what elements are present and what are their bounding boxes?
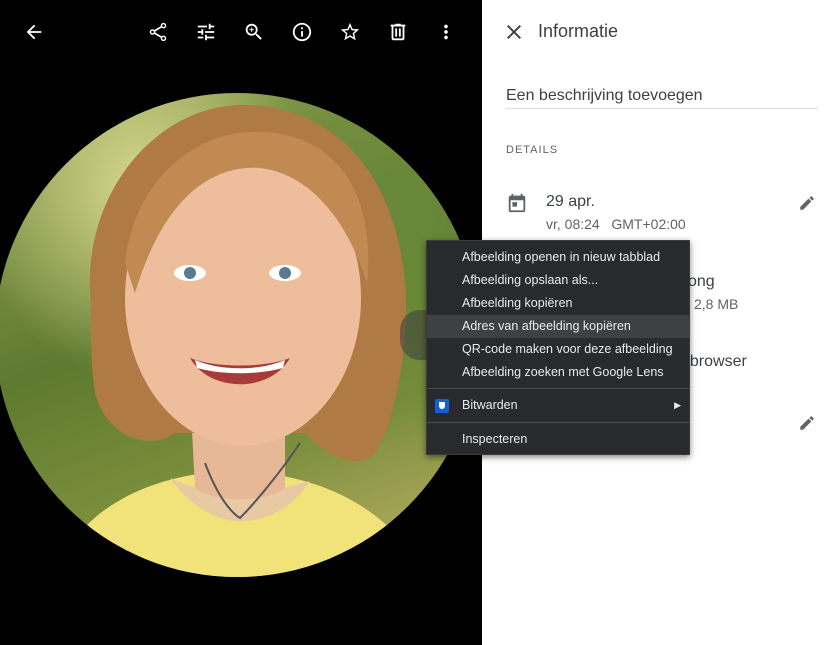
star-icon: [340, 22, 360, 41]
close-info-button[interactable]: [502, 20, 526, 44]
menu-save-image-as[interactable]: Afbeelding opslaan als...: [427, 269, 689, 292]
share-button[interactable]: [142, 16, 174, 48]
info-icon: [292, 22, 312, 42]
delete-button[interactable]: [382, 16, 414, 48]
description-input[interactable]: [506, 84, 818, 109]
zoom-in-icon: [245, 23, 262, 40]
menu-inspect[interactable]: Inspecteren: [427, 428, 689, 451]
edit-location-button[interactable]: [798, 414, 818, 434]
tune-icon: [197, 23, 215, 41]
arrow-back-icon: [26, 24, 42, 40]
file-name-partial: ong: [688, 273, 715, 290]
menu-create-qr-code[interactable]: QR-code maken voor deze afbeelding: [427, 338, 689, 361]
menu-copy-image-address[interactable]: Adres van afbeelding kopiëren: [427, 315, 689, 338]
submenu-arrow-icon: ▶: [674, 400, 681, 410]
more-vert-icon: [444, 24, 448, 40]
share-icon: [149, 22, 167, 42]
close-icon: [507, 25, 521, 39]
pencil-icon: [800, 196, 814, 210]
menu-search-google-lens[interactable]: Afbeelding zoeken met Google Lens: [427, 361, 689, 384]
edit-date-button[interactable]: [798, 194, 818, 214]
photo-date: 29 apr.: [546, 193, 595, 210]
trash-icon: [390, 23, 406, 41]
menu-divider: [427, 388, 689, 389]
context-menu: Afbeelding openen in nieuw tabblad Afbee…: [426, 240, 690, 455]
zoom-button[interactable]: [238, 16, 270, 48]
menu-copy-image[interactable]: Afbeelding kopiëren: [427, 292, 689, 315]
file-size: 2,8 MB: [694, 296, 739, 312]
menu-bitwarden-label: Bitwarden: [462, 398, 518, 412]
calendar-icon: [506, 192, 528, 214]
info-button[interactable]: [286, 16, 318, 48]
bitwarden-icon: [435, 399, 449, 413]
upload-source-partial: bbrowser: [681, 353, 747, 370]
more-button[interactable]: [430, 16, 462, 48]
photo-viewer: [0, 0, 482, 645]
edit-button[interactable]: [190, 16, 222, 48]
details-heading: DETAILS: [506, 144, 559, 156]
pencil-icon: [800, 416, 814, 430]
menu-open-image-new-tab[interactable]: Afbeelding openen in nieuw tabblad: [427, 246, 689, 269]
photo-time: vr, 08:24 GMT+02:00: [546, 216, 686, 232]
back-button[interactable]: [18, 16, 50, 48]
favorite-button[interactable]: [334, 16, 366, 48]
menu-bitwarden[interactable]: Bitwarden ▶: [427, 394, 689, 417]
menu-divider: [427, 422, 689, 423]
panel-title: Informatie: [538, 21, 619, 41]
